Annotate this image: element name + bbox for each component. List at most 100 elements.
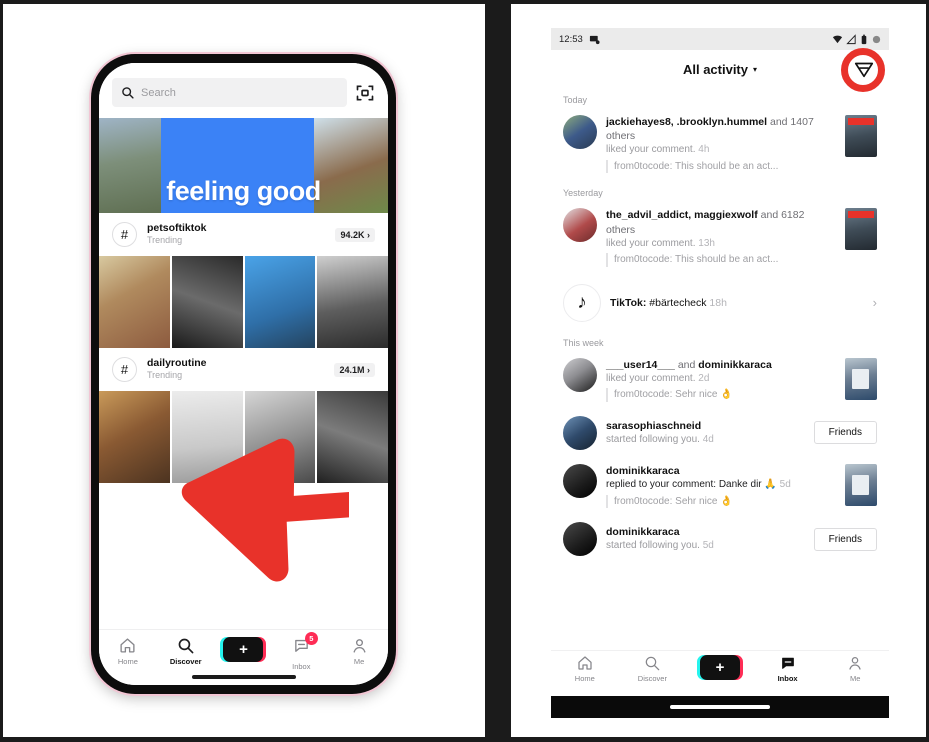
notification-thumbnail[interactable] xyxy=(845,357,877,400)
phone-mockup-discover: Search feeling good # petsoftiktok Trend… xyxy=(91,54,396,694)
trending-count-1: 94.2K › xyxy=(335,227,375,242)
notification-row[interactable]: sarasophiaschneid started following you.… xyxy=(551,410,889,458)
trending-row-1[interactable]: # petsoftiktok Trending 94.2K › xyxy=(99,213,388,256)
avatar[interactable] xyxy=(563,208,597,243)
notification-quote: from0tocode: Sehr nice 👌 xyxy=(606,494,836,509)
activity-filter-label[interactable]: All activity xyxy=(683,62,748,77)
notification-row[interactable]: dominikkaraca replied to your comment: D… xyxy=(551,458,889,516)
notification-thumbnail[interactable] xyxy=(845,463,877,506)
tab-home[interactable]: Home xyxy=(99,637,157,666)
notification-users: jackiehayes8, .brooklyn.hummel xyxy=(606,116,768,128)
home-indicator xyxy=(191,675,296,679)
media-thumb[interactable] xyxy=(99,391,170,483)
hashtag-icon: # xyxy=(112,222,137,247)
tab-inbox[interactable]: Inbox xyxy=(754,655,822,683)
avatar[interactable] xyxy=(563,522,597,557)
trending-row-2[interactable]: # dailyroutine Trending 24.1M › xyxy=(99,348,388,391)
create-plus-glyph: + xyxy=(696,655,743,680)
hashtag-icon: # xyxy=(112,357,137,382)
search-icon xyxy=(122,87,134,99)
status-clock: 12:53 xyxy=(559,33,583,45)
tiktok-official-row[interactable]: ♪ TikTok: #bärtecheck 18h › xyxy=(551,275,889,331)
create-plus-icon[interactable]: + xyxy=(220,637,267,662)
notification-users-2: dominikkaraca xyxy=(698,358,772,371)
inbox-icon xyxy=(781,657,794,669)
notification-title: the_advil_addict, maggiexwolf and 6182 o… xyxy=(606,208,836,236)
avatar[interactable] xyxy=(563,463,597,498)
section-header-today: Today xyxy=(563,95,588,105)
media-thumb[interactable] xyxy=(244,256,316,348)
notification-users: dominikkaraca xyxy=(606,464,680,477)
tiktok-time: 18h xyxy=(709,296,727,309)
media-thumb[interactable] xyxy=(171,256,243,348)
tab-discover[interactable]: Discover xyxy=(619,655,687,683)
media-thumb[interactable] xyxy=(99,256,170,348)
media-thumb[interactable] xyxy=(317,256,388,348)
trending-meta-2: dailyroutine Trending xyxy=(147,357,324,381)
search-input[interactable]: Search xyxy=(112,78,347,107)
trending-count-value-1: 94.2K xyxy=(340,229,365,240)
search-bar-row: Search xyxy=(99,63,388,118)
media-thumb[interactable] xyxy=(244,391,316,483)
notification-title: sarasophiaschneid xyxy=(606,419,805,433)
tab-home[interactable]: Home xyxy=(551,655,619,683)
avatar[interactable] xyxy=(563,415,597,450)
notification-and: and xyxy=(674,358,699,371)
media-thumb[interactable] xyxy=(171,391,243,483)
frame-edge-bottom xyxy=(0,737,929,742)
notification-body: dominikkaraca started following you. 5d xyxy=(606,525,805,553)
notification-quote: from0tocode: This should be an act... xyxy=(606,253,836,267)
red-circle-highlight-send-icon xyxy=(841,48,885,92)
notification-row[interactable]: ___user14___ and dominikkaraca liked you… xyxy=(551,352,889,410)
person-icon xyxy=(353,639,366,653)
create-plus-icon[interactable]: + xyxy=(696,655,743,680)
tab-me[interactable]: Me xyxy=(330,637,388,666)
trending-name-1: petsoftiktok xyxy=(147,222,207,235)
notification-action: liked your comment. 2d xyxy=(606,372,836,386)
scan-qr-icon[interactable] xyxy=(355,83,375,103)
media-strip-2[interactable] xyxy=(99,391,388,483)
notification-action-text: liked your comment. xyxy=(606,372,696,384)
trending-count-2: 24.1M › xyxy=(334,362,375,377)
tab-discover[interactable]: Discover xyxy=(157,637,215,666)
notification-body: the_advil_addict, maggiexwolf and 6182 o… xyxy=(606,208,836,267)
tab-inbox[interactable]: 5 Inbox xyxy=(272,632,330,671)
extra-status-icon xyxy=(872,35,881,43)
chevron-right-icon[interactable]: › xyxy=(873,295,877,310)
home-indicator[interactable] xyxy=(670,705,770,709)
feeling-good-banner[interactable]: feeling good xyxy=(99,118,388,213)
trending-subtitle-2: Trending xyxy=(147,370,183,381)
notification-thumbnail[interactable] xyxy=(845,115,877,157)
notification-row[interactable]: the_advil_addict, maggiexwolf and 6182 o… xyxy=(551,202,889,274)
tab-label-me: Me xyxy=(353,657,365,666)
chevron-down-icon[interactable]: ▾ xyxy=(753,65,757,74)
home-icon xyxy=(120,638,135,653)
inbox-icon-wrap: 5 xyxy=(293,632,318,659)
avatar[interactable] xyxy=(563,357,597,392)
notification-body: jackiehayes8, .brooklyn.hummel and 1407 … xyxy=(606,115,836,174)
notification-row[interactable]: dominikkaraca started following you. 5d … xyxy=(551,516,889,564)
media-thumb[interactable] xyxy=(317,391,388,483)
left-panel: Search feeling good # petsoftiktok Trend… xyxy=(3,4,485,737)
tab-create[interactable]: + xyxy=(215,637,273,662)
home-icon xyxy=(578,656,592,670)
chevron-right-icon: › xyxy=(367,364,370,375)
tiktok-label: TikTok: xyxy=(610,296,647,309)
avatar[interactable] xyxy=(563,115,597,149)
tiktok-row-text: TikTok: #bärtecheck 18h xyxy=(610,297,864,309)
notification-title: dominikkaraca xyxy=(606,525,805,539)
notification-time: 13h xyxy=(698,237,715,249)
search-placeholder: Search xyxy=(141,86,176,99)
tab-me[interactable]: Me xyxy=(821,655,889,683)
notification-body: sarasophiaschneid started following you.… xyxy=(606,419,805,447)
notification-row[interactable]: jackiehayes8, .brooklyn.hummel and 1407 … xyxy=(551,109,889,181)
battery-icon xyxy=(861,34,867,44)
status-indicators xyxy=(832,28,882,50)
notification-action-text: replied to your comment: Danke dir 🙏 xyxy=(606,479,777,491)
friends-button[interactable]: Friends xyxy=(813,421,877,445)
media-strip-1[interactable] xyxy=(99,256,388,348)
friends-button[interactable]: Friends xyxy=(813,527,877,551)
notification-action: started following you. 4d xyxy=(606,433,805,447)
tab-create[interactable]: + xyxy=(686,655,754,680)
notification-thumbnail[interactable] xyxy=(845,208,877,251)
